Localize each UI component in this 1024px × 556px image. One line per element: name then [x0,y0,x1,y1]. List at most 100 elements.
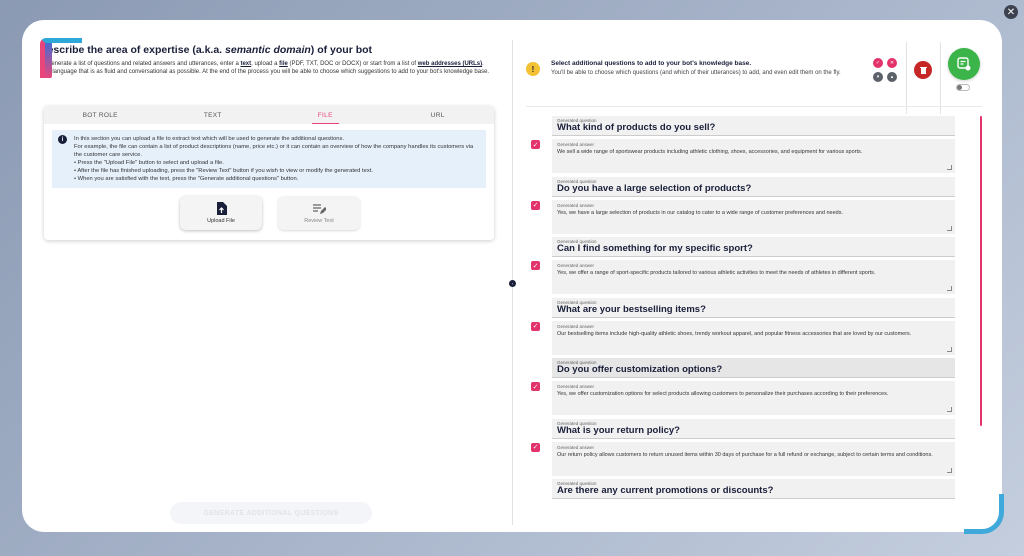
tab-url[interactable]: URL [382,106,495,124]
question-text: What is your return policy? [557,424,680,436]
answer-field[interactable]: Generated answer Yes, we offer a range o… [552,260,955,294]
info-line: For example, the file can contain a list… [74,144,474,158]
list-item: ✓ Generated question What is your return… [526,418,982,480]
review-text-button[interactable]: Review Text [278,196,360,230]
question-text: Are there any current promotions or disc… [557,485,774,496]
generate-questions-label: GENERATE ADDITIONAL QUESTIONS [203,509,339,517]
action-row: Upload File Review Text [180,196,494,230]
resize-handle[interactable] [947,165,952,170]
page-title: Describe the area of expertise (a.k.a. s… [40,44,510,56]
right-subtitle: You'll be able to choose which questions… [551,70,841,76]
answer-label: Generated answer [557,384,595,389]
generate-questions-button[interactable]: GENERATE ADDITIONAL QUESTIONS [170,502,372,524]
intro-part: (PDF, TXT, DOC or DOCX) or start from a … [287,61,418,67]
question-checkbox[interactable]: ✓ [531,382,540,391]
modal-dialog: Describe the area of expertise (a.k.a. s… [22,20,1002,532]
list-item: Generated question Are there any current… [526,479,982,528]
resize-handle[interactable] [947,407,952,412]
question-checkbox[interactable]: ✓ [531,140,540,149]
info-line: • After the file has finished uploading,… [74,168,373,174]
add-to-knowledge-base-button[interactable] [948,48,980,80]
question-checkbox[interactable]: ✓ [531,200,540,210]
toolbar-divider [940,42,941,114]
list-item: ✓ Generated question What kind of produc… [526,116,982,177]
divider-handle[interactable]: ‹ [509,280,516,287]
upload-file-icon [216,202,227,215]
collapse-all-icon[interactable]: ▴ [887,72,897,82]
question-card: Generated question What kind of products… [552,116,955,173]
selection-controls: ✓ ✕ ▾ ▴ [873,58,897,82]
trash-icon [919,67,927,74]
info-box: i In this section you can upload a file … [52,130,486,188]
resize-handle[interactable] [947,286,952,291]
question-text: Can I find something for my specific spo… [557,243,753,254]
left-panel: Describe the area of expertise (a.k.a. s… [40,44,510,524]
question-field[interactable]: Generated question What are your bestsel… [552,297,955,318]
list-item: ✓ Generated question Do you have a large… [526,176,982,238]
review-text-label: Review Text [304,217,334,224]
select-all-icon[interactable]: ✓ [873,58,883,68]
answer-field[interactable]: Generated answer Our bestselling items i… [552,320,955,355]
answer-label: Generated answer [557,323,595,329]
question-list: ✓ Generated question What kind of produc… [526,116,982,528]
toolbar-divider [906,42,907,114]
right-title: Select additional questions to add to yo… [551,60,752,67]
question-field[interactable]: Generated question Are there any current… [552,479,955,499]
answer-field[interactable]: Generated answer Our return policy allow… [552,441,955,476]
deselect-all-icon[interactable]: ✕ [887,58,897,68]
title-text-end: ) of your bot [310,44,373,56]
close-icon[interactable]: ✕ [1004,5,1018,19]
header-divider [526,106,982,107]
answer-label: Generated answer [557,444,595,450]
answer-field[interactable]: Generated answer Yes, we offer customiza… [552,381,955,415]
intro-link-file[interactable]: file [279,61,288,67]
tab-text[interactable]: TEXT [157,106,270,124]
question-field[interactable]: Generated question Can I find something … [552,237,955,257]
intro-link-urls[interactable]: web addresses (URLs) [418,61,482,67]
question-text: Do you have a large selection of product… [557,182,752,194]
answer-text: Yes, we have a large selection of produc… [557,209,843,216]
tab-bot-role[interactable]: BOT ROLE [44,106,157,124]
intro-link-text[interactable]: text [240,61,251,67]
question-text: What kind of products do you sell? [557,122,716,133]
trash-button[interactable] [914,61,932,79]
resize-handle[interactable] [947,467,952,473]
answer-label: Generated answer [557,142,595,147]
question-field[interactable]: Generated question What kind of products… [552,116,955,136]
right-header: ! Select additional questions to add to … [526,60,866,76]
question-checkbox[interactable]: ✓ [531,442,540,452]
info-line: In this section you can upload a file to… [74,136,345,142]
intro-text: To generate a list of questions and rela… [40,61,496,76]
question-card: Generated question What is your return p… [552,418,955,476]
question-card: Generated question Do you offer customiz… [552,358,955,415]
list-item: ✓ Generated question What are your bests… [526,297,982,359]
resize-handle[interactable] [947,346,952,352]
answer-field[interactable]: Generated answer We sell a wide range of… [552,139,955,173]
edit-text-icon [313,203,326,214]
question-checkbox[interactable]: ✓ [531,321,540,331]
question-field[interactable]: Generated question Do you offer customiz… [552,358,955,378]
tab-file[interactable]: FILE [269,106,382,124]
answer-text: We sell a wide range of sportswear produ… [557,149,863,155]
answer-text: Yes, we offer customization options for … [557,391,889,397]
question-card: Generated question What are your bestsel… [552,297,955,355]
intro-part: , upload a [251,61,280,67]
expand-all-icon[interactable]: ▾ [873,72,883,82]
title-emphasis: semantic domain [225,44,311,56]
answer-label: Generated answer [557,202,595,208]
question-card: Generated question Do you have a large s… [552,176,955,234]
options-toggle[interactable] [956,84,970,91]
add-to-knowledge-base-icon [957,57,971,71]
upload-file-label: Upload File [207,218,235,224]
resize-handle[interactable] [947,225,952,231]
upload-file-button[interactable]: Upload File [180,196,262,230]
info-icon: i [58,135,67,144]
answer-field[interactable]: Generated answer Yes, we have a large se… [552,199,955,234]
decoration-corner [40,38,82,78]
answer-text: Our return policy allows customers to re… [557,451,933,458]
question-checkbox[interactable]: ✓ [531,261,540,270]
warning-icon: ! [526,62,540,76]
answer-text: Our bestselling items include high-quali… [557,330,912,337]
question-field[interactable]: Generated question What is your return p… [552,418,955,439]
question-field[interactable]: Generated question Do you have a large s… [552,176,955,197]
